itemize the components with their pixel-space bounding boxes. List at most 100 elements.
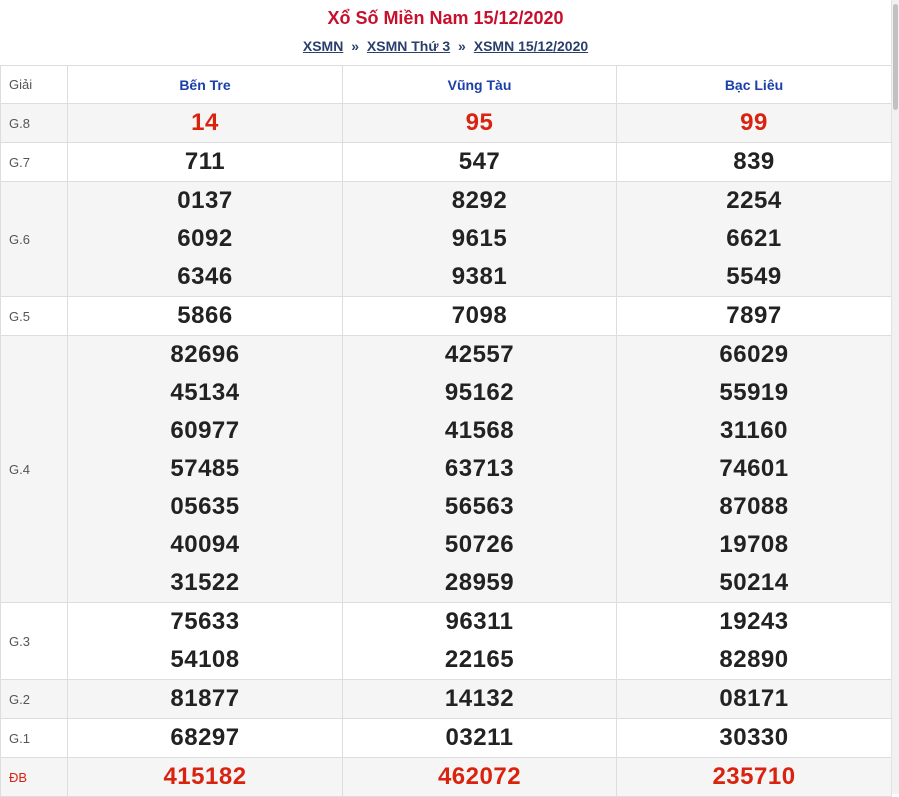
lottery-number: 82696 <box>170 341 240 368</box>
page: Xổ Số Miền Nam 15/12/2020 XSMN » XSMN Th… <box>0 0 892 797</box>
lottery-number: 66029 <box>719 341 789 368</box>
lottery-number: 711 <box>184 148 226 175</box>
lottery-number: 235710 <box>712 763 796 790</box>
lottery-number: 6092 <box>177 225 233 252</box>
lottery-number: 415182 <box>163 763 247 790</box>
scrollbar-track[interactable] <box>891 0 899 794</box>
lottery-number: 60977 <box>170 417 240 444</box>
result-cell-ben-tre: 75633 54108 <box>67 602 343 680</box>
lottery-number: 82890 <box>719 646 789 673</box>
lottery-number: 63713 <box>444 455 515 482</box>
prize-label: G.7 <box>0 142 68 182</box>
lottery-number: 31160 <box>720 417 788 444</box>
lottery-number: 9615 <box>451 225 508 252</box>
lottery-number: 30330 <box>719 724 789 751</box>
result-cell-bac-lieu: 7897 <box>616 296 892 336</box>
lottery-number: 547 <box>458 148 501 175</box>
result-cell-vung-tau: 462072 <box>342 757 617 797</box>
lottery-number: 08171 <box>719 685 789 712</box>
lottery-number: 9381 <box>451 263 508 290</box>
lottery-number: 0137 <box>177 187 233 214</box>
lottery-number: 6621 <box>726 225 782 252</box>
prize-column-header: Giải <box>0 65 68 104</box>
lottery-number: 50726 <box>444 531 515 558</box>
result-cell-ben-tre: 81877 <box>67 679 343 719</box>
result-cell-vung-tau: 95 <box>342 103 617 143</box>
page-title: Xổ Số Miền Nam 15/12/2020 <box>327 8 564 28</box>
breadcrumb-separator: » <box>351 38 359 54</box>
lottery-number: 87088 <box>719 493 789 520</box>
lottery-number: 50214 <box>719 569 789 596</box>
breadcrumb-link-xsmn-date[interactable]: XSMN 15/12/2020 <box>474 38 588 54</box>
breadcrumb-link-xsmn[interactable]: XSMN <box>303 38 343 54</box>
lottery-number: 28959 <box>444 569 515 596</box>
result-cell-bac-lieu: 19243 82890 <box>616 602 892 680</box>
lottery-number: 55919 <box>719 379 789 406</box>
prize-label: G.3 <box>0 602 68 680</box>
result-cell-vung-tau: 96311 22165 <box>342 602 617 680</box>
result-cell-ben-tre: 415182 <box>67 757 343 797</box>
result-cell-vung-tau: 547 <box>342 142 617 182</box>
result-cell-bac-lieu: 839 <box>616 142 892 182</box>
prize-row: G.5 5866 7098 7897 <box>0 296 892 336</box>
results-header-row: Giải Bến Tre Vũng Tàu Bạc Liêu <box>0 65 892 104</box>
prize-row: G.6 0137 6092 6346 8292 9615 9381 2254 6621 5549 <box>0 181 892 297</box>
province-header-bac-lieu[interactable]: Bạc Liêu <box>616 65 892 104</box>
breadcrumb-separator: » <box>458 38 466 54</box>
lottery-number: 31522 <box>170 569 240 596</box>
lottery-number: 41568 <box>444 417 515 444</box>
prize-label: G.4 <box>0 335 68 603</box>
lottery-number: 6346 <box>177 263 233 290</box>
lottery-number: 19708 <box>719 531 789 558</box>
result-cell-ben-tre: 5866 <box>67 296 343 336</box>
lottery-number: 8292 <box>451 187 508 214</box>
results-table: Giải Bến Tre Vũng Tàu Bạc Liêu G.8 14 95 99… <box>0 65 892 797</box>
prize-label: G.8 <box>0 103 68 143</box>
lottery-number: 95162 <box>444 379 515 406</box>
breadcrumb-link-xsmn-thu-3[interactable]: XSMN Thứ 3 <box>367 38 450 54</box>
lottery-number: 42557 <box>444 341 515 368</box>
lottery-number: 40094 <box>170 531 240 558</box>
lottery-number: 22165 <box>444 646 515 673</box>
result-cell-ben-tre: 82696 45134 60977 57485 05635 40094 31522 <box>67 335 343 603</box>
scrollbar-thumb[interactable] <box>893 4 898 110</box>
result-cell-vung-tau: 03211 <box>342 718 617 758</box>
result-cell-vung-tau: 8292 9615 9381 <box>342 181 617 297</box>
province-header-vung-tau[interactable]: Vũng Tàu <box>342 65 617 104</box>
lottery-number: 19243 <box>719 608 789 635</box>
lottery-number: 96311 <box>445 608 514 635</box>
lottery-number: 7098 <box>451 302 508 329</box>
result-cell-bac-lieu: 30330 <box>616 718 892 758</box>
lottery-number: 14132 <box>444 685 515 712</box>
lottery-number: 68297 <box>170 724 240 751</box>
lottery-number: 45134 <box>170 379 240 406</box>
result-cell-bac-lieu: 66029 55919 31160 74601 87088 19708 50214 <box>616 335 892 603</box>
result-cell-bac-lieu: 08171 <box>616 679 892 719</box>
lottery-number: 839 <box>733 148 775 175</box>
lottery-number: 57485 <box>170 455 240 482</box>
result-cell-ben-tre: 14 <box>67 103 343 143</box>
prize-row: G.7 711 547 839 <box>0 142 892 182</box>
prize-row: G.8 14 95 99 <box>0 103 892 143</box>
result-cell-vung-tau: 42557 95162 41568 63713 56563 50726 28959 <box>342 335 617 603</box>
result-cell-bac-lieu: 99 <box>616 103 892 143</box>
lottery-number: 74601 <box>719 455 789 482</box>
lottery-number: 95 <box>465 109 494 136</box>
prize-row: G.3 75633 54108 96311 22165 19243 82890 <box>0 602 892 680</box>
prize-label: G.1 <box>0 718 68 758</box>
lottery-number: 75633 <box>170 608 240 635</box>
lottery-number: 05635 <box>170 493 240 520</box>
results-body: G.8 14 95 99 G.7 711 547 839 G.6 0137 6092 6346 8292… <box>0 103 892 797</box>
breadcrumb: XSMN » XSMN Thứ 3 » XSMN 15/12/2020 <box>0 36 891 56</box>
lottery-number: 5866 <box>177 302 233 329</box>
result-cell-ben-tre: 711 <box>67 142 343 182</box>
lottery-number: 462072 <box>437 763 522 790</box>
lottery-number: 81877 <box>170 685 240 712</box>
province-header-ben-tre[interactable]: Bến Tre <box>67 65 343 104</box>
prize-row: G.1 68297 03211 30330 <box>0 718 892 758</box>
result-cell-vung-tau: 14132 <box>342 679 617 719</box>
lottery-number: 03211 <box>445 724 514 751</box>
prize-row: ĐB 415182 462072 235710 <box>0 757 892 797</box>
prize-label: ĐB <box>0 757 68 797</box>
lottery-number: 14 <box>191 109 219 136</box>
